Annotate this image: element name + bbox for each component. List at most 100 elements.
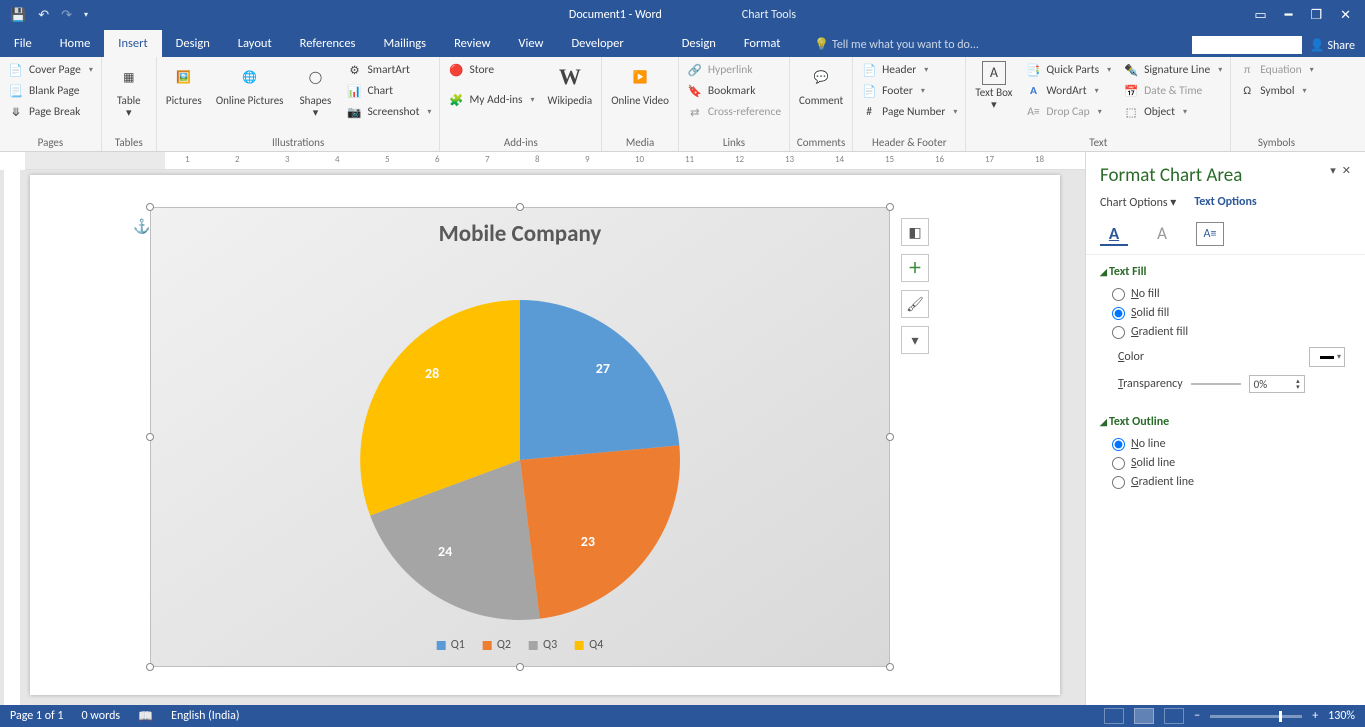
web-layout-button[interactable] bbox=[1164, 708, 1184, 724]
data-label-q4[interactable]: 28 bbox=[425, 365, 439, 382]
resize-handle[interactable] bbox=[516, 663, 524, 671]
tab-mailings[interactable]: Mailings bbox=[369, 30, 440, 57]
zoom-slider[interactable] bbox=[1210, 715, 1302, 718]
vertical-ruler[interactable] bbox=[0, 170, 25, 705]
tab-chart-format[interactable]: Format bbox=[730, 30, 795, 57]
footer-button[interactable]: 📄Footer bbox=[858, 82, 960, 100]
print-layout-button[interactable] bbox=[1134, 708, 1154, 724]
hyperlink-button[interactable]: 🔗Hyperlink bbox=[684, 61, 784, 79]
redo-icon[interactable]: ↷ bbox=[61, 8, 72, 23]
no-fill-radio[interactable]: No fill bbox=[1112, 287, 1351, 301]
no-line-radio[interactable]: No line bbox=[1112, 437, 1351, 451]
page-break-button[interactable]: ⤋Page Break bbox=[5, 103, 96, 121]
text-box-button[interactable]: AText Box▾ bbox=[971, 59, 1016, 113]
tab-layout[interactable]: Layout bbox=[224, 30, 286, 57]
smartart-button[interactable]: ⚙SmartArt bbox=[343, 61, 434, 79]
pictures-button[interactable]: 🖼️Pictures bbox=[162, 59, 206, 109]
wikipedia-button[interactable]: WWikipedia bbox=[544, 59, 597, 109]
resize-handle[interactable] bbox=[886, 203, 894, 211]
close-icon[interactable]: ✕ bbox=[1340, 8, 1351, 23]
resize-handle[interactable] bbox=[516, 203, 524, 211]
equation-button[interactable]: πEquation bbox=[1236, 61, 1316, 79]
store-button[interactable]: 🔴Store bbox=[445, 61, 537, 79]
text-options-tab[interactable]: Text Options bbox=[1194, 195, 1256, 210]
resize-handle[interactable] bbox=[146, 433, 154, 441]
data-label-q1[interactable]: 27 bbox=[596, 360, 610, 377]
chart-object[interactable]: ⚓ Mobile Company 27 23 24 28 Q1 Q2 bbox=[150, 207, 890, 667]
tab-references[interactable]: References bbox=[286, 30, 370, 57]
zoom-out-button[interactable]: − bbox=[1194, 709, 1200, 723]
signature-line-button[interactable]: ✒️Signature Line bbox=[1120, 61, 1225, 79]
legend-item-q1[interactable]: Q1 bbox=[437, 638, 465, 652]
text-effects-icon[interactable]: A bbox=[1148, 222, 1176, 246]
cover-page-button[interactable]: 📄Cover Page bbox=[5, 61, 96, 79]
my-addins-button[interactable]: 🧩My Add-ins bbox=[445, 91, 537, 109]
text-fill-outline-icon[interactable]: A bbox=[1100, 222, 1128, 246]
resize-handle[interactable] bbox=[146, 203, 154, 211]
gradient-line-radio[interactable]: Gradient line bbox=[1112, 475, 1351, 489]
text-outline-header[interactable]: Text Outline bbox=[1100, 415, 1351, 429]
chart-elements-button[interactable]: ＋ bbox=[901, 254, 929, 282]
page-number-button[interactable]: #Page Number bbox=[858, 103, 960, 121]
tab-developer[interactable]: Developer bbox=[557, 30, 637, 57]
resize-handle[interactable] bbox=[146, 663, 154, 671]
language-status[interactable]: English (India) bbox=[171, 709, 239, 723]
resize-handle[interactable] bbox=[886, 663, 894, 671]
transparency-input[interactable]: 0%▴▾ bbox=[1249, 375, 1305, 393]
transparency-slider[interactable] bbox=[1191, 383, 1241, 385]
read-mode-button[interactable] bbox=[1104, 708, 1124, 724]
undo-icon[interactable]: ↶ bbox=[38, 8, 49, 23]
panel-options-icon[interactable]: ▾ bbox=[1330, 164, 1336, 177]
pie-chart[interactable]: 27 23 24 28 bbox=[360, 300, 680, 620]
table-button[interactable]: ▦Table▾ bbox=[107, 59, 151, 121]
shapes-button[interactable]: ◯Shapes▾ bbox=[293, 59, 337, 121]
legend-item-q3[interactable]: Q3 bbox=[529, 638, 557, 652]
qat-dropdown-icon[interactable]: ▾ bbox=[84, 10, 88, 20]
ribbon-display-icon[interactable]: ▭ bbox=[1254, 8, 1266, 23]
tab-home[interactable]: Home bbox=[46, 30, 105, 57]
slice-q2[interactable] bbox=[520, 445, 680, 618]
chart-button[interactable]: 📊Chart bbox=[343, 82, 434, 100]
object-button[interactable]: ⬚Object bbox=[1120, 103, 1225, 121]
legend-item-q4[interactable]: Q4 bbox=[575, 638, 603, 652]
text-fill-header[interactable]: Text Fill bbox=[1100, 265, 1351, 279]
search-box[interactable] bbox=[1192, 36, 1302, 54]
date-time-button[interactable]: 📅Date & Time bbox=[1120, 82, 1225, 100]
chart-styles-button[interactable]: 🖌 bbox=[901, 290, 929, 318]
screenshot-button[interactable]: 📷Screenshot bbox=[343, 103, 434, 121]
tab-view[interactable]: View bbox=[504, 30, 557, 57]
layout-options-button[interactable]: ◧ bbox=[901, 218, 929, 246]
spell-check-icon[interactable]: 📖 bbox=[138, 709, 153, 724]
page[interactable]: ⚓ Mobile Company 27 23 24 28 Q1 Q2 bbox=[30, 175, 1060, 695]
tell-me-input[interactable]: 💡 Tell me what you want to do... bbox=[814, 37, 979, 57]
wordart-button[interactable]: AWordArt bbox=[1022, 82, 1114, 100]
maximize-icon[interactable]: ❐ bbox=[1310, 8, 1322, 23]
word-count[interactable]: 0 words bbox=[82, 709, 121, 723]
slice-q1[interactable] bbox=[520, 300, 679, 460]
header-button[interactable]: 📄Header bbox=[858, 61, 960, 79]
share-button[interactable]: 👤 Share bbox=[1310, 38, 1355, 53]
legend-item-q2[interactable]: Q2 bbox=[483, 638, 511, 652]
textbox-icon[interactable]: A≡ bbox=[1196, 222, 1224, 246]
chart-options-tab[interactable]: Chart Options ▾ bbox=[1100, 195, 1176, 210]
resize-handle[interactable] bbox=[886, 433, 894, 441]
page-count[interactable]: Page 1 of 1 bbox=[10, 709, 64, 723]
solid-fill-radio[interactable]: Solid fill bbox=[1112, 306, 1351, 320]
chart-title[interactable]: Mobile Company bbox=[151, 208, 889, 248]
chart-filters-button[interactable]: ▾ bbox=[901, 326, 929, 354]
chart-legend[interactable]: Q1 Q2 Q3 Q4 bbox=[437, 638, 604, 652]
tab-review[interactable]: Review bbox=[440, 30, 504, 57]
panel-close-icon[interactable]: ✕ bbox=[1342, 164, 1351, 177]
tab-design[interactable]: Design bbox=[162, 30, 224, 57]
online-video-button[interactable]: ▶️Online Video bbox=[607, 59, 673, 109]
zoom-level[interactable]: 130% bbox=[1328, 709, 1355, 723]
symbol-button[interactable]: ΩSymbol bbox=[1236, 82, 1316, 100]
bookmark-button[interactable]: 🔖Bookmark bbox=[684, 82, 784, 100]
cross-reference-button[interactable]: ⇄Cross-reference bbox=[684, 103, 784, 121]
minimize-icon[interactable]: ━ bbox=[1285, 8, 1293, 23]
tab-chart-design[interactable]: Design bbox=[668, 30, 730, 57]
data-label-q2[interactable]: 23 bbox=[581, 533, 595, 550]
data-label-q3[interactable]: 24 bbox=[438, 543, 452, 560]
tab-insert[interactable]: Insert bbox=[104, 30, 161, 57]
quick-parts-button[interactable]: 📑Quick Parts bbox=[1022, 61, 1114, 79]
